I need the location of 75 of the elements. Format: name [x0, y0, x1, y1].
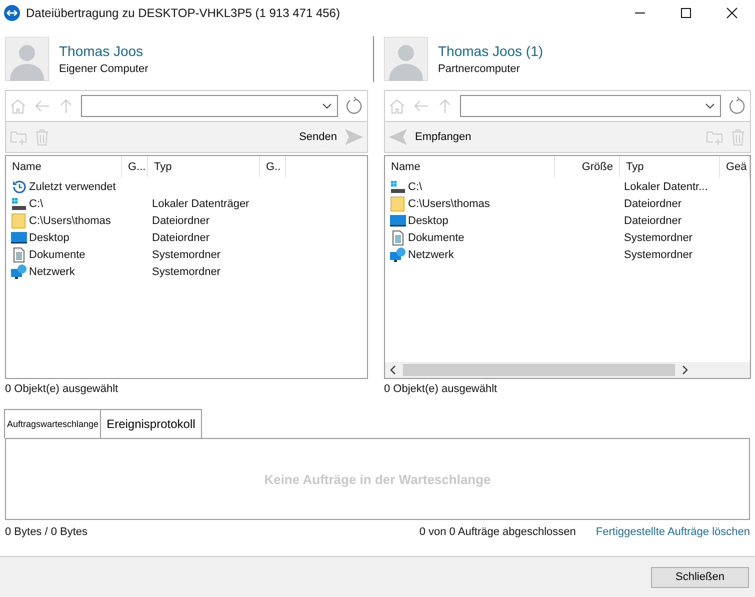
column-header[interactable]: Name [6, 156, 122, 178]
clear-completed-link[interactable]: Fertiggestellte Aufträge löschen [596, 526, 750, 538]
network-icon [390, 246, 406, 262]
file-type: Dateiordner [623, 198, 682, 210]
trash-icon[interactable] [34, 128, 50, 146]
column-header[interactable]: Name [385, 156, 555, 178]
chevron-icon [705, 103, 715, 109]
network-icon [11, 264, 27, 280]
column-header[interactable]: Typ [620, 156, 720, 178]
user-name: Thomas Joos [59, 43, 144, 59]
file-name[interactable]: C:\ [408, 180, 422, 192]
folder-icon [11, 212, 27, 228]
document-icon [390, 230, 406, 246]
selection-status: 0 Objekt(e) ausgewählt [384, 383, 498, 395]
file-name[interactable]: Dokumente [29, 248, 86, 260]
user-name: Thomas Joos (1) [438, 43, 544, 59]
path-dropdown[interactable] [460, 95, 721, 117]
file-type: Systemordner [151, 266, 220, 278]
file-name[interactable]: Desktop [29, 232, 70, 244]
history-icon [11, 178, 27, 194]
scroll-right-icon[interactable] [681, 365, 689, 375]
file-type: Dateiordner [151, 232, 210, 244]
desktop-icon [390, 212, 406, 228]
bytes-status: 0 Bytes / 0 Bytes [5, 526, 88, 538]
file-type: Lokaler Datenträger [151, 198, 250, 210]
file-type: Dateiordner [151, 214, 210, 226]
file-name[interactable]: Netzwerk [29, 266, 75, 278]
refresh-icon[interactable] [727, 96, 747, 116]
tab[interactable]: Auftragswarteschlange [4, 409, 101, 438]
send-arrow-icon [345, 129, 363, 145]
document-icon [11, 246, 27, 262]
file-name[interactable]: Netzwerk [408, 248, 454, 260]
file-type: Systemordner [623, 232, 692, 244]
file-name[interactable]: Dokumente [408, 232, 464, 244]
column-header[interactable]: Größe [555, 156, 620, 178]
window-title: Dateiübertragung zu DESKTOP-VHKL3P5 (1 913 471 456) [26, 6, 340, 20]
home-icon[interactable] [388, 97, 406, 115]
column-header[interactable]: G... [122, 156, 148, 178]
close-icon[interactable] [726, 7, 738, 19]
folder-icon [390, 196, 406, 212]
drive-icon [390, 178, 406, 194]
chevron-icon [322, 103, 332, 109]
horizontal-scrollbar[interactable] [385, 362, 750, 378]
send-button[interactable]: Senden [299, 129, 363, 145]
avatar-icon [5, 37, 49, 81]
tab[interactable]: Ereignisprotokoll [100, 409, 202, 438]
scroll-left-icon[interactable] [389, 365, 397, 375]
close-button[interactable]: Schließen [651, 566, 749, 588]
app-logo-icon [4, 5, 20, 21]
file-name[interactable]: Zuletzt verwendet [29, 180, 116, 192]
path-dropdown[interactable] [81, 95, 338, 117]
column-header[interactable]: Typ [148, 156, 260, 178]
avatar-icon [384, 37, 428, 81]
file-type: Systemordner [151, 248, 220, 260]
file-type: Lokaler Datentr... [623, 180, 708, 192]
file-name[interactable]: C:\Users\thomas [408, 198, 490, 210]
maximize-icon[interactable] [680, 7, 692, 19]
file-name[interactable]: C:\Users\thomas [29, 214, 111, 226]
column-header[interactable]: Geä [720, 156, 750, 178]
file-type: Dateiordner [623, 214, 682, 226]
refresh-icon[interactable] [344, 96, 364, 116]
computer-label: Partnercomputer [438, 63, 521, 75]
file-name[interactable]: Desktop [408, 214, 448, 226]
desktop-icon [11, 230, 27, 246]
trash-icon[interactable] [730, 128, 746, 146]
file-name[interactable]: C:\ [29, 198, 44, 210]
computer-label: Eigener Computer [59, 63, 148, 75]
column-header[interactable]: G.. [260, 156, 286, 178]
drive-icon [11, 196, 27, 212]
receive-button[interactable]: Empfangen [389, 129, 472, 145]
selection-status: 0 Objekt(e) ausgewählt [5, 383, 120, 395]
jobs-status: 0 von 0 Aufträge abgeschlossen [419, 526, 576, 538]
file-type: Systemordner [623, 248, 692, 260]
receive-arrow-icon [389, 129, 407, 145]
home-icon[interactable] [9, 97, 27, 115]
